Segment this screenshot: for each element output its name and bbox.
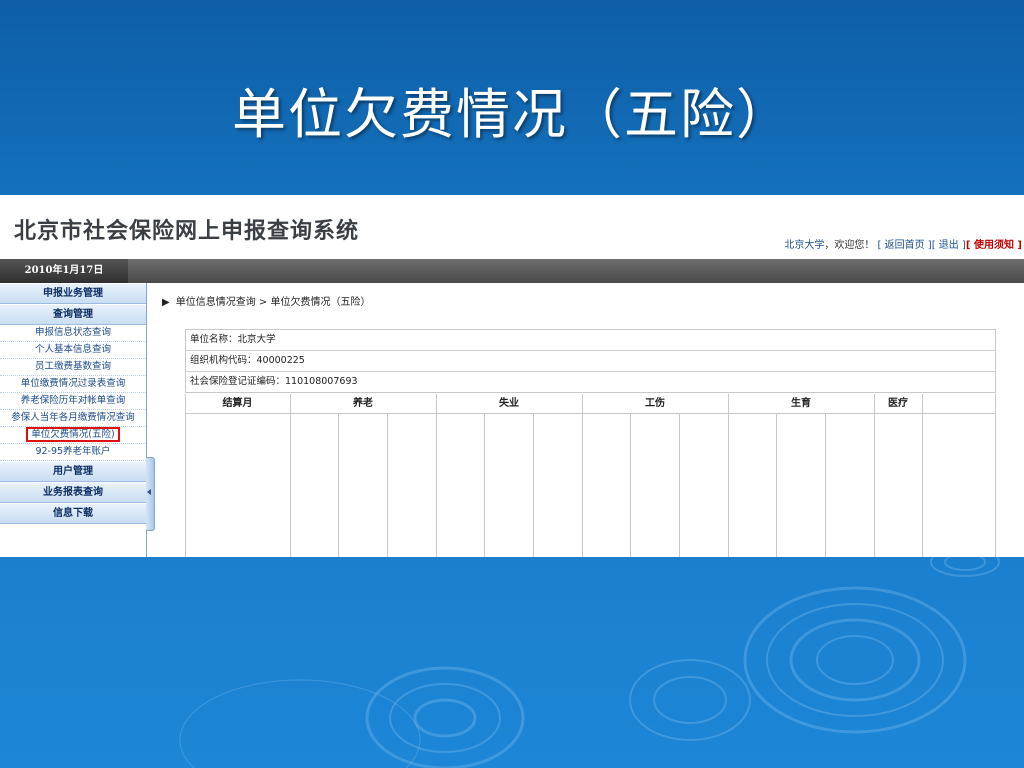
grid-line — [290, 394, 291, 557]
col-header-medical: 医疗 — [874, 394, 922, 414]
breadcrumb-parent[interactable]: 单位信息情况查询 — [176, 297, 256, 308]
nav-employee-base-query[interactable]: 员工缴费基数查询 — [0, 359, 146, 376]
org-code-row: 组织机构代码：40000225 — [186, 351, 995, 372]
nav-pension-statement-query[interactable]: 养老保险历年对帐单查询 — [0, 393, 146, 410]
sidebar-collapse-handle[interactable] — [146, 457, 155, 531]
unit-info-table: 单位名称：北京大学 组织机构代码：40000225 社会保险登记证编码：1101… — [185, 329, 996, 393]
breadcrumb: ▶ 单位信息情况查询 > 单位欠费情况（五险） — [162, 293, 370, 308]
nav-unit-payment-record-query[interactable]: 单位缴费情况过录表查询 — [0, 376, 146, 393]
grid-line — [436, 394, 437, 557]
grid-line — [387, 414, 388, 557]
nav-report-query[interactable]: 业务报表查询 — [0, 482, 146, 503]
grid-line — [995, 394, 996, 557]
slide-title: 单位欠费情况（五险） — [232, 83, 792, 146]
grid-line — [533, 414, 534, 557]
welcome-text: ，欢迎您！ — [824, 240, 875, 251]
date-bar: 2010年1月17日 — [0, 259, 1024, 283]
breadcrumb-separator: > — [258, 297, 268, 308]
grid-line — [825, 414, 826, 557]
sidebar-nav: 申报业务管理 查询管理 申报信息状态查询 个人基本信息查询 员工缴费基数查询 单… — [0, 283, 147, 557]
grid-line — [582, 394, 583, 557]
site-title: 北京市社会保险网上申报查询系统 — [14, 219, 360, 244]
main-content: ▶ 单位信息情况查询 > 单位欠费情况（五险） 单位名称：北京大学 组织机构代码：… — [160, 283, 1024, 557]
nav-query-management[interactable]: 查询管理 — [0, 304, 146, 325]
nav-personal-info-query[interactable]: 个人基本信息查询 — [0, 342, 146, 359]
col-header-work-injury: 工伤 — [582, 394, 728, 414]
col-header-pension: 养老 — [290, 394, 436, 414]
col-header-blank — [922, 394, 995, 414]
usage-notice-link[interactable]: [ 使用须知 ] — [966, 240, 1022, 251]
nav-info-download[interactable]: 信息下载 — [0, 503, 146, 524]
nav-declaration-management[interactable]: 申报业务管理 — [0, 283, 146, 304]
nav-active-label: 单位欠费情况(五险) — [26, 427, 120, 442]
grid-line — [338, 414, 339, 557]
logout-link[interactable]: [ 退出 ] — [932, 240, 966, 251]
nav-declaration-status-query[interactable]: 申报信息状态查询 — [0, 325, 146, 342]
nav-unit-arrears-five-insurance[interactable]: 单位欠费情况(五险) — [0, 427, 146, 444]
breadcrumb-current: 单位欠费情况（五险） — [270, 297, 371, 308]
grid-line — [630, 414, 631, 557]
grid-line — [874, 394, 875, 557]
current-date: 2010年1月17日 — [0, 259, 128, 283]
nav-pension-account-92-95[interactable]: 92-95养老年账户 — [0, 444, 146, 461]
col-header-settlement-month: 结算月 — [185, 394, 290, 414]
grid-line — [484, 414, 485, 557]
nav-monthly-payment-query[interactable]: 参保人当年各月缴费情况查询 — [0, 410, 146, 427]
grid-line — [776, 414, 777, 557]
col-header-maternity: 生育 — [728, 394, 874, 414]
arrears-table: 结算月 养老 失业 工伤 生育 医疗 — [185, 394, 996, 557]
grid-line — [185, 394, 186, 557]
top-links: 北京大学，欢迎您！ [ 返回首页 ][ 退出 ][ 使用须知 ] — [784, 236, 1022, 251]
col-header-unemployment: 失业 — [436, 394, 582, 414]
home-link[interactable]: [ 返回首页 ] — [878, 240, 932, 251]
right-triangle-icon: ▶ — [162, 297, 170, 308]
registration-code-row: 社会保险登记证编码：110108007693 — [190, 376, 358, 387]
grid-line — [679, 414, 680, 557]
user-name-link[interactable]: 北京大学 — [784, 240, 824, 251]
left-triangle-icon — [147, 489, 151, 495]
grid-line — [922, 394, 923, 557]
app-screenshot: 北京市社会保险网上申报查询系统 北京大学，欢迎您！ [ 返回首页 ][ 退出 ]… — [0, 195, 1024, 557]
unit-name-row: 单位名称：北京大学 — [186, 330, 995, 351]
grid-line — [728, 394, 729, 557]
nav-user-management[interactable]: 用户管理 — [0, 461, 146, 482]
